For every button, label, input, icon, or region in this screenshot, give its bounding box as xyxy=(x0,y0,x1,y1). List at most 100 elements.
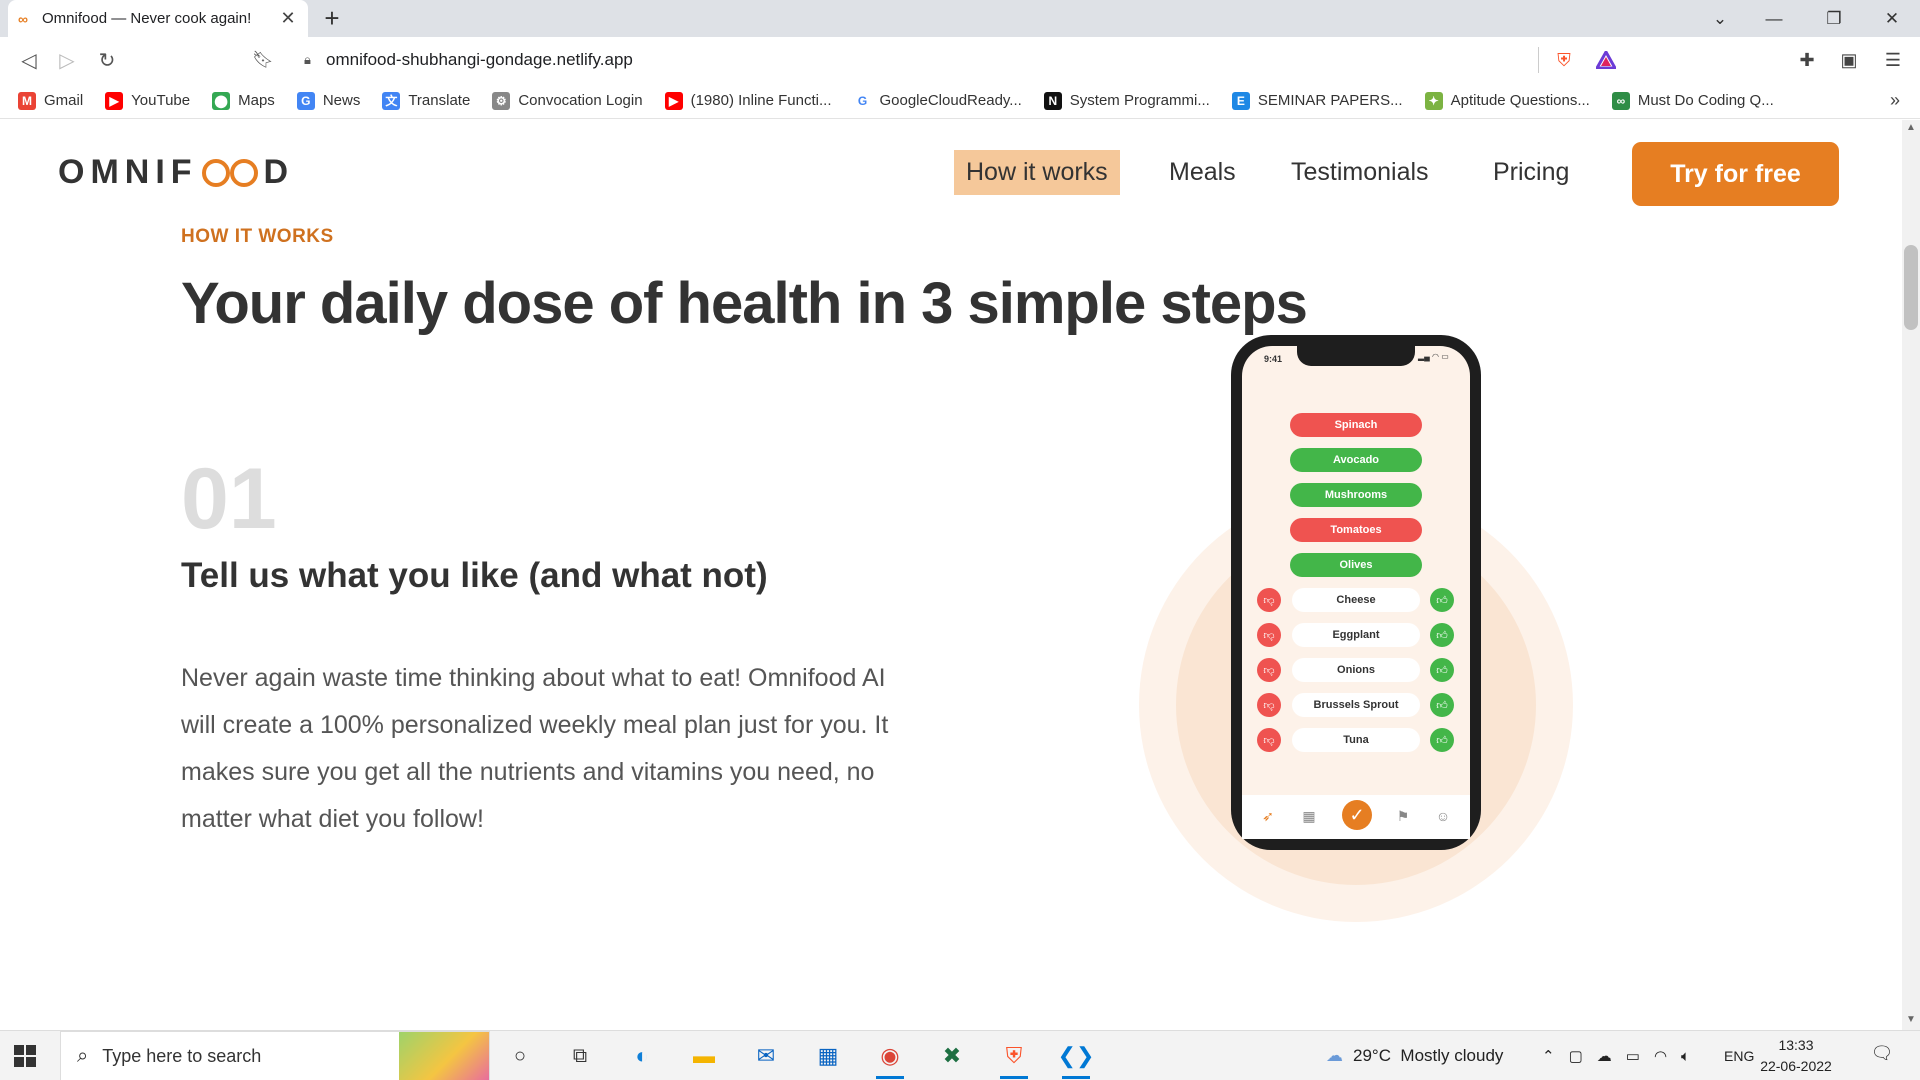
browser-tab[interactable]: ∞ Omnifood — Never cook again! ✕ xyxy=(8,0,308,37)
taskbar-search-box[interactable]: ⌕ Type here to search xyxy=(60,1031,490,1080)
new-tab-button[interactable]: + xyxy=(318,4,346,32)
step-number: 01 xyxy=(181,451,277,547)
food-row-label: Tuna xyxy=(1292,728,1420,752)
phone-time: 9:41 xyxy=(1264,354,1283,364)
wallet-icon[interactable]: ▣ xyxy=(1836,47,1862,73)
food-row-label: Brussels Sprout xyxy=(1292,693,1420,717)
bookmark-item[interactable]: ⚙ Convocation Login xyxy=(492,91,643,110)
scrollbar-thumb[interactable] xyxy=(1904,245,1918,330)
step-title: Tell us what you like (and what not) xyxy=(181,556,768,595)
thumbs-down-icon: 👎︎ xyxy=(1257,658,1281,682)
excel-icon[interactable]: ✖ xyxy=(934,1039,970,1073)
brave-rewards-icon[interactable] xyxy=(1593,47,1619,73)
battery-icon[interactable]: ▭ xyxy=(1626,1047,1640,1065)
bookmark-item[interactable]: ▶ YouTube xyxy=(105,91,190,110)
food-row-label: Onions xyxy=(1292,658,1420,682)
back-button[interactable]: ◁ xyxy=(14,45,44,75)
logo-infinity-icon xyxy=(201,158,258,187)
forward-button[interactable]: ▷ xyxy=(52,45,82,75)
wifi-icon[interactable]: ◠ xyxy=(1654,1047,1667,1065)
bookmark-item[interactable]: 文 Translate xyxy=(382,91,471,110)
food-row-label: Eggplant xyxy=(1292,623,1420,647)
mail-icon[interactable]: ✉ xyxy=(748,1039,784,1073)
bookmark-item[interactable]: ⬤ Maps xyxy=(212,91,275,110)
browser-menu-icon[interactable]: ☰ xyxy=(1880,47,1906,73)
lock-icon: 🔒︎ xyxy=(304,52,311,67)
clock-time: 13:33 xyxy=(1778,1037,1814,1053)
try-for-free-button[interactable]: Try for free xyxy=(1632,142,1839,206)
web-page: OMNIF D How it works Meals Testimonials … xyxy=(0,120,1902,1030)
logo-text-left: OMNIF xyxy=(58,153,198,191)
scroll-up-icon[interactable]: ▲ xyxy=(1904,122,1918,136)
tab-close-icon[interactable]: ✕ xyxy=(278,8,298,29)
cortana-icon[interactable]: ○ xyxy=(502,1039,538,1073)
windows-start-icon[interactable] xyxy=(14,1045,36,1067)
bookmark-label: Must Do Coding Q... xyxy=(1637,92,1774,109)
extensions-puzzle-icon[interactable]: ✚ xyxy=(1794,47,1820,73)
bookmarks-bar: M Gmail ▶ YouTube ⬤ Maps G News 文 Translate ⚙ Convo… xyxy=(0,83,1920,119)
thumbs-down-icon: 👎︎ xyxy=(1257,693,1281,717)
gfg-icon: ∞ xyxy=(1611,91,1630,110)
store-icon[interactable]: ▦ xyxy=(810,1039,846,1073)
chrome-icon[interactable]: ◉ xyxy=(872,1039,908,1079)
nav-link-testimonials[interactable]: Testimonials xyxy=(1291,158,1429,187)
convocation-icon: ⚙ xyxy=(492,91,511,110)
food-pill: Mushrooms xyxy=(1290,483,1422,507)
reload-button[interactable]: ↻ xyxy=(92,45,122,75)
brave-icon[interactable]: ⛨ xyxy=(996,1039,1032,1079)
bookmark-item[interactable]: G GoogleCloudReady... xyxy=(853,91,1022,110)
taskbar-clock[interactable]: 13:33 22-06-2022 xyxy=(1746,1035,1846,1077)
bookmark-item[interactable]: ∞ Must Do Coding Q... xyxy=(1611,91,1774,110)
thumbs-up-icon: 👍︎ xyxy=(1430,728,1454,752)
minimize-button[interactable]: — xyxy=(1746,0,1802,37)
tab-strip: ∞ Omnifood — Never cook again! ✕ + ⌄ — ❐… xyxy=(0,0,1920,37)
user-icon: ☺ xyxy=(1435,808,1451,824)
url-text: omnifood-shubhangi-gondage.netlify.app xyxy=(326,50,633,69)
meet-now-icon[interactable]: ▢ xyxy=(1569,1047,1583,1065)
logo-text-right: D xyxy=(263,153,295,191)
more-bookmarks-icon[interactable]: » xyxy=(1890,90,1900,111)
nav-link-pricing[interactable]: Pricing xyxy=(1493,158,1569,187)
food-pill: Tomatoes xyxy=(1290,518,1422,542)
vscode-icon[interactable]: ❮❯ xyxy=(1058,1039,1094,1079)
bookmark-label: Translate xyxy=(408,92,471,109)
bookmark-item[interactable]: ▶ (1980) Inline Functi... xyxy=(664,91,832,110)
close-window-button[interactable]: ✕ xyxy=(1864,0,1920,37)
search-placeholder: Type here to search xyxy=(102,1045,262,1066)
edge-icon[interactable]: ◐ xyxy=(624,1039,660,1073)
aptitude-icon: ✦ xyxy=(1424,91,1443,110)
onedrive-icon[interactable]: ☁ xyxy=(1597,1047,1612,1065)
bookmark-label: System Programmi... xyxy=(1069,92,1210,109)
news-icon: G xyxy=(296,91,315,110)
address-bar[interactable]: 🔒︎ omnifood-shubhangi-gondage.netlify.ap… xyxy=(288,44,1628,76)
show-hidden-icons-icon[interactable]: ⌃ xyxy=(1542,1047,1555,1065)
weather-widget[interactable]: ☁ 29°C Mostly cloudy xyxy=(1326,1031,1503,1080)
omnifood-logo[interactable]: OMNIF D xyxy=(58,153,294,192)
rocket-icon: ➶ xyxy=(1262,807,1274,824)
youtube-icon: ▶ xyxy=(105,91,124,110)
nav-link-how-it-works[interactable]: How it works xyxy=(954,150,1120,195)
weather-text: 29°C Mostly cloudy xyxy=(1353,1046,1504,1065)
nav-link-meals[interactable]: Meals xyxy=(1169,158,1236,187)
restore-button[interactable]: ❐ xyxy=(1806,0,1862,37)
tab-title: Omnifood — Never cook again! xyxy=(42,10,252,27)
bookmark-label: (1980) Inline Functi... xyxy=(690,92,832,109)
volume-icon[interactable]: 🔈︎ xyxy=(1681,1048,1690,1065)
file-explorer-icon[interactable]: ▬ xyxy=(686,1039,722,1073)
address-bar-divider xyxy=(1538,47,1539,73)
bookmark-item[interactable]: E SEMINAR PAPERS... xyxy=(1231,91,1403,110)
bookmark-item[interactable]: M Gmail xyxy=(18,91,83,110)
scroll-down-icon[interactable]: ▼ xyxy=(1904,1014,1918,1028)
task-view-icon[interactable]: ⧉ xyxy=(562,1039,598,1073)
bookmark-label: Maps xyxy=(238,92,275,109)
thumbs-up-icon: 👍︎ xyxy=(1430,588,1454,612)
bookmark-item[interactable]: N System Programmi... xyxy=(1043,91,1210,110)
bookmark-page-icon[interactable]: 🔖︎ xyxy=(248,45,278,75)
section-heading: Your daily dose of health in 3 simple st… xyxy=(181,271,1308,336)
brave-shield-icon[interactable]: ⛨ xyxy=(1551,47,1577,73)
tab-search-chevron-icon[interactable]: ⌄ xyxy=(1692,0,1748,37)
bookmark-icon: ⚑ xyxy=(1396,807,1410,824)
bookmark-item[interactable]: G News xyxy=(296,91,360,110)
notification-icon[interactable]: 🗨︎ xyxy=(1868,1043,1896,1069)
bookmark-item[interactable]: ✦ Aptitude Questions... xyxy=(1424,91,1590,110)
